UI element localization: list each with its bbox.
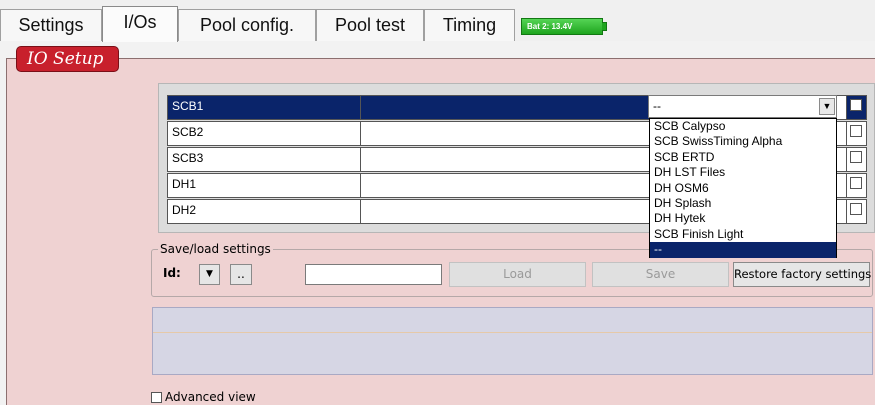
- io-check-cell: [846, 148, 866, 171]
- io-check-cell: [846, 96, 866, 119]
- io-check-cell: [846, 122, 866, 145]
- io-enable-checkbox[interactable]: [850, 99, 862, 111]
- tab-label: I/Os: [123, 12, 157, 32]
- io-value-cell[interactable]: [361, 96, 651, 119]
- settings-name-input[interactable]: [305, 264, 442, 285]
- io-name-cell: DH2: [168, 200, 361, 223]
- save-load-legend: Save/load settings: [158, 242, 273, 256]
- advanced-view-label: Advanced view: [165, 390, 256, 404]
- tab-timing[interactable]: Timing: [424, 9, 515, 41]
- section-title: IO Setup: [16, 46, 119, 72]
- io-value-cell[interactable]: [361, 174, 651, 197]
- select-value: --: [653, 99, 661, 113]
- io-name-cell: SCB2: [168, 122, 361, 145]
- browse-button[interactable]: ..: [230, 264, 252, 285]
- advanced-view-checkbox[interactable]: [151, 392, 162, 403]
- io-value-cell[interactable]: [361, 122, 651, 145]
- restore-factory-settings-button[interactable]: Restore factory settings: [733, 262, 871, 287]
- io-check-cell: [846, 174, 866, 197]
- id-label: Id:: [163, 266, 181, 280]
- advanced-view-toggle[interactable]: Advanced view: [151, 390, 256, 404]
- io-enable-checkbox[interactable]: [850, 177, 862, 189]
- dropdown-option[interactable]: SCB SwissTiming Alpha: [650, 134, 836, 149]
- io-name-cell: SCB1: [168, 96, 361, 119]
- dropdown-option[interactable]: SCB ERTD: [650, 150, 836, 165]
- io-value-cell[interactable]: [361, 200, 651, 223]
- io-name-cell: DH1: [168, 174, 361, 197]
- device-type-dropdown: SCB Calypso SCB SwissTiming Alpha SCB ER…: [649, 118, 837, 258]
- io-value-cell[interactable]: [361, 148, 651, 171]
- dropdown-option[interactable]: DH OSM6: [650, 181, 836, 196]
- io-name-cell: SCB3: [168, 148, 361, 171]
- dropdown-option[interactable]: DH Hytek: [650, 211, 836, 226]
- io-check-cell: [846, 200, 866, 223]
- chevron-down-icon: ▼: [206, 269, 213, 279]
- save-button[interactable]: Save: [592, 262, 729, 287]
- id-select[interactable]: ▼: [199, 264, 220, 285]
- divider: [153, 332, 872, 333]
- status-log-box: [152, 307, 873, 375]
- dropdown-option[interactable]: --: [650, 242, 836, 258]
- dropdown-option[interactable]: DH LST Files: [650, 165, 836, 180]
- dropdown-option[interactable]: SCB Finish Light: [650, 227, 836, 242]
- io-enable-checkbox[interactable]: [850, 203, 862, 215]
- tab-label: Pool test: [334, 15, 406, 35]
- tab-settings[interactable]: Settings: [0, 9, 102, 41]
- battery-tip: [602, 22, 607, 31]
- tab-bar: Settings I/Os Pool config. Pool test Tim…: [0, 0, 875, 42]
- tab-label: Timing: [442, 15, 497, 35]
- tab-pool-config[interactable]: Pool config.: [178, 9, 316, 41]
- device-type-select[interactable]: -- ▼: [648, 95, 837, 118]
- tab-pool-test[interactable]: Pool test: [316, 9, 424, 41]
- tab-ios[interactable]: I/Os: [102, 6, 178, 42]
- io-enable-checkbox[interactable]: [850, 125, 862, 137]
- io-enable-checkbox[interactable]: [850, 151, 862, 163]
- dropdown-option[interactable]: SCB Calypso: [650, 119, 836, 134]
- tab-label: Settings: [18, 15, 84, 35]
- tab-label: Pool config.: [199, 15, 295, 35]
- dropdown-option[interactable]: DH Splash: [650, 196, 836, 211]
- chevron-down-icon[interactable]: ▼: [819, 98, 835, 115]
- battery-indicator: Bat 2: 13.4V: [521, 18, 603, 35]
- load-button[interactable]: Load: [449, 262, 586, 287]
